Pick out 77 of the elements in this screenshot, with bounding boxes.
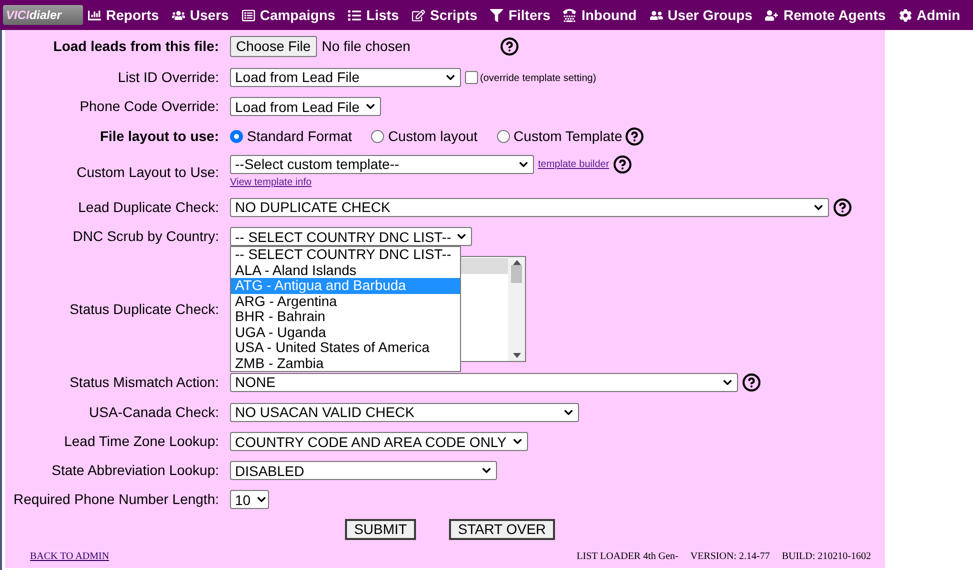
nav-link[interactable]: Admin (898, 4, 960, 26)
users-icon (650, 8, 663, 22)
version-info: VERSION: 2.14-77 (690, 550, 770, 564)
field-label: USA-Canada Check: (88, 402, 220, 422)
field-label: Phone Code Override: (78, 97, 220, 116)
bar-chart-icon (88, 8, 101, 22)
radio-option[interactable]: Custom Template (496, 126, 622, 147)
field-label: Custom Layout to Use: (76, 162, 220, 182)
select-field[interactable]: 10 (230, 490, 269, 510)
file-status: No file chosen (322, 36, 412, 56)
radio-option[interactable]: Custom layout (371, 126, 478, 147)
select-field[interactable]: NONE (230, 372, 738, 392)
field-label: List ID Override: (116, 68, 220, 87)
field-label: DNC Scrub by Country: (72, 227, 220, 246)
help-icon[interactable] (833, 198, 852, 217)
checkbox[interactable] (465, 70, 478, 84)
field-label: State Abbreviation Lookup: (50, 461, 220, 480)
template-info-link[interactable]: View template info (230, 174, 312, 190)
scrollbar[interactable] (508, 257, 525, 362)
choose-file-button[interactable]: Choose File (230, 36, 317, 57)
select-field[interactable]: NO DUPLICATE CHECK (230, 198, 829, 217)
nav-link[interactable]: Reports (88, 4, 159, 26)
checkbox-note: (override template setting) (480, 72, 596, 86)
scroll-thumb[interactable] (511, 265, 522, 284)
version-info: BUILD: 210210-1602 (782, 550, 871, 564)
form-button[interactable]: SUBMIT (345, 518, 416, 540)
radio-button[interactable] (230, 130, 243, 143)
nav-link[interactable]: Filters (490, 4, 550, 26)
field-label: Lead Time Zone Lookup: (63, 432, 220, 452)
list-icon (348, 8, 362, 22)
dropdown-option[interactable]: BHR - Bahrain (231, 309, 460, 325)
user-add-icon (765, 8, 778, 22)
field-label: File layout to use: (98, 126, 220, 146)
select-field[interactable]: -- SELECT COUNTRY DNC LIST-- (230, 227, 472, 246)
help-icon[interactable] (742, 372, 761, 392)
nav-link[interactable]: Remote Agents (765, 4, 886, 26)
nav-link[interactable]: Lists (348, 4, 399, 26)
field-label: Status Duplicate Check: (68, 300, 220, 319)
select-field[interactable]: NO USACAN VALID CHECK (230, 402, 579, 422)
list-box-icon (242, 8, 255, 22)
nav-link[interactable]: User Groups (650, 4, 752, 26)
nav-link[interactable]: Inbound (563, 4, 637, 26)
radio-button[interactable] (496, 130, 510, 143)
back-to-admin-link[interactable]: BACK TO ADMIN (30, 548, 110, 564)
nav-link[interactable]: Users (172, 4, 229, 26)
help-icon[interactable] (500, 36, 519, 56)
help-icon[interactable] (625, 126, 644, 146)
radio-button[interactable] (371, 130, 384, 143)
dropdown-option[interactable]: ALA - Aland Islands (231, 262, 460, 278)
field-label: Required Phone Number Length: (12, 490, 220, 510)
gear-icon (898, 8, 912, 22)
version-info: LIST LOADER 4th Gen- (576, 550, 678, 564)
select-field[interactable]: Load from Lead File (230, 97, 381, 116)
dropdown-option[interactable]: ZMB - Zambia (231, 356, 460, 372)
dropdown-option[interactable]: -- SELECT COUNTRY DNC LIST-- (231, 247, 460, 263)
field-label: Lead Duplicate Check: (77, 198, 220, 217)
phone-icon (563, 8, 576, 22)
radio-option[interactable]: Standard Format (230, 126, 352, 147)
template-builder-link[interactable]: template builder (538, 156, 610, 172)
select-field[interactable]: COUNTRY CODE AND AREA CODE ONLY (230, 432, 528, 452)
field-label: Load leads from this file: (52, 36, 220, 56)
users-icon (172, 8, 185, 22)
form-button[interactable]: START OVER (448, 518, 555, 540)
select-field[interactable]: DISABLED (230, 461, 497, 480)
dropdown-option[interactable]: UGA - Uganda (231, 324, 460, 340)
nav-link[interactable]: Campaigns (242, 4, 336, 26)
edit-icon (412, 8, 425, 22)
dropdown-option[interactable]: ARG - Argentina (231, 294, 460, 310)
select-field[interactable]: Load from Lead File (230, 68, 461, 87)
logo[interactable]: VICIdialer (3, 5, 83, 25)
select-field[interactable]: --Select custom template-- (230, 154, 534, 174)
dropdown-option[interactable]: USA - United States of America (231, 340, 460, 356)
filter-icon (490, 8, 504, 22)
field-label: Status Mismatch Action: (68, 372, 220, 392)
nav-link[interactable]: Scripts (412, 4, 478, 26)
scroll-down-icon[interactable] (512, 353, 520, 358)
help-icon[interactable] (613, 154, 632, 174)
